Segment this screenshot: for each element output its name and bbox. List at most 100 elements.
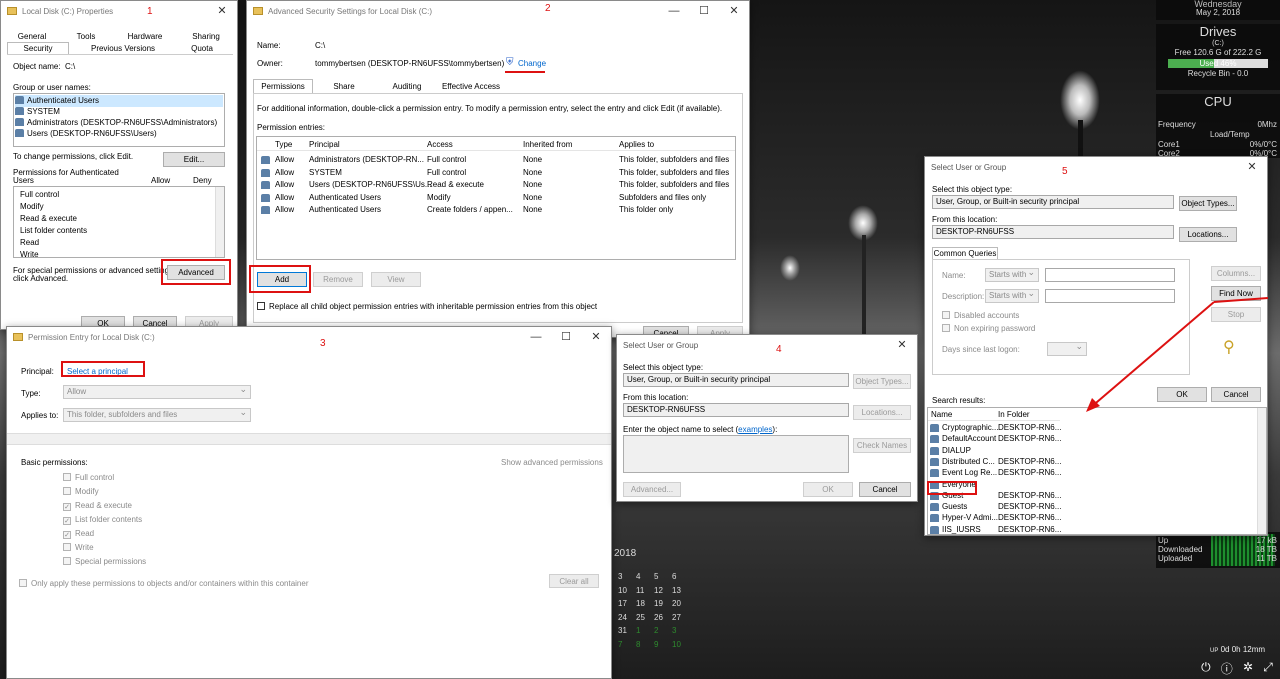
table-row[interactable]: Allow Authenticated Users Create folders /… — [257, 204, 735, 216]
calendar-day[interactable]: 6 — [672, 572, 676, 581]
col-name[interactable]: Name — [931, 409, 952, 421]
calendar-day[interactable]: 19 — [654, 599, 663, 608]
find-now-button[interactable]: Find Now — [1211, 286, 1261, 301]
maximize-icon[interactable]: ☐ — [689, 1, 719, 21]
calendar-day[interactable]: 24 — [618, 613, 627, 622]
calendar-day[interactable]: 1 — [636, 626, 640, 635]
calendar-day[interactable]: 7 — [618, 640, 622, 649]
disabled-accounts-checkbox[interactable]: Disabled accounts — [942, 311, 1019, 320]
type-dropdown[interactable]: Allow — [63, 383, 251, 399]
calendar-day[interactable]: 18 — [636, 599, 645, 608]
list-item[interactable]: IIS_IUSRS DESKTOP-RN6... — [928, 524, 1061, 534]
col-applies[interactable]: Applies to — [619, 139, 654, 151]
calendar-day[interactable]: 2 — [654, 626, 658, 635]
cancel-button[interactable]: Cancel — [1211, 387, 1261, 402]
permission-checkbox[interactable]: ✓ List folder contents — [63, 514, 142, 526]
calendar-day[interactable]: 25 — [636, 613, 645, 622]
examples-link[interactable]: examples — [738, 425, 772, 434]
calendar-day[interactable]: 3 — [618, 572, 622, 581]
scrollbar[interactable] — [215, 187, 224, 257]
tab-permissions[interactable]: Permissions — [253, 79, 313, 94]
table-row[interactable]: Allow Administrators (DESKTOP-RN... Full c… — [257, 154, 735, 166]
ok-button[interactable]: OK — [1157, 387, 1207, 402]
close-icon[interactable]: ✕ — [1237, 157, 1267, 177]
advanced-button[interactable]: Advanced... — [623, 482, 681, 497]
tab-share[interactable]: Share — [317, 81, 371, 93]
non-expiring-checkbox[interactable]: Non expiring password — [942, 324, 1035, 333]
remove-button[interactable]: Remove — [313, 272, 363, 287]
settings-icon[interactable]: ✲ — [1243, 660, 1253, 676]
calendar-day[interactable]: 17 — [618, 599, 627, 608]
list-item[interactable]: Cryptographic... DESKTOP-RN6... — [928, 422, 1061, 434]
description-field[interactable] — [1045, 289, 1175, 303]
list-item[interactable]: DIALUP — [928, 445, 1060, 457]
tab-effective-access[interactable]: Effective Access — [437, 81, 505, 93]
permission-checkbox[interactable]: Write — [63, 542, 94, 554]
object-types-button[interactable]: Object Types... — [1179, 196, 1237, 211]
col-access[interactable]: Access — [427, 139, 453, 151]
maximize-icon[interactable]: ☐ — [551, 327, 581, 347]
close-icon[interactable]: ✕ — [207, 1, 237, 21]
tab-tools[interactable]: Tools — [63, 31, 109, 43]
list-item[interactable]: Distributed C... DESKTOP-RN6... — [928, 456, 1061, 468]
change-owner-link[interactable]: Change — [518, 59, 546, 68]
close-icon[interactable]: ✕ — [887, 335, 917, 355]
calendar-day[interactable]: 10 — [618, 586, 627, 595]
calendar-day[interactable]: 20 — [672, 599, 681, 608]
minimize-icon[interactable]: — — [521, 327, 551, 347]
info-icon[interactable]: ⓘ — [1221, 660, 1233, 676]
calendar-day[interactable]: 5 — [654, 572, 658, 581]
list-item[interactable]: Hyper-V Admi... DESKTOP-RN6... — [928, 512, 1061, 524]
permission-checkbox[interactable]: Modify — [63, 486, 99, 498]
calendar-day[interactable]: 27 — [672, 613, 681, 622]
view-button[interactable]: View — [371, 272, 421, 287]
replace-entries-checkbox[interactable]: Replace all child object permission entr… — [257, 302, 597, 311]
search-results-list[interactable]: Name In Folder Cryptographic... DESKTOP-R… — [927, 407, 1267, 535]
object-name-textarea[interactable] — [623, 435, 849, 473]
resize-icon[interactable]: ⤢ — [1263, 660, 1273, 676]
col-inherited[interactable]: Inherited from — [523, 139, 572, 151]
check-names-button[interactable]: Check Names — [853, 438, 911, 453]
group-list[interactable]: Authenticated Users SYSTEM Administrator… — [13, 93, 225, 147]
tab-auditing[interactable]: Auditing — [379, 81, 435, 93]
table-row[interactable]: Allow Authenticated Users Modify None Subfol… — [257, 192, 735, 204]
name-starts-with-dropdown[interactable]: Starts with — [985, 266, 1039, 282]
stop-button[interactable]: Stop — [1211, 307, 1261, 322]
calendar-day[interactable]: 4 — [636, 572, 640, 581]
table-row[interactable]: Allow Users (DESKTOP-RN6UFSS\Us... Read & … — [257, 179, 735, 191]
col-in-folder[interactable]: In Folder — [998, 409, 1030, 421]
col-type[interactable]: Type — [275, 139, 292, 151]
locations-button[interactable]: Locations... — [1179, 227, 1237, 242]
clear-all-button[interactable]: Clear all — [549, 574, 599, 588]
calendar-day[interactable]: 11 — [636, 586, 644, 595]
edit-button[interactable]: Edit... — [163, 152, 225, 167]
locations-button[interactable]: Locations... — [853, 405, 911, 420]
permission-checkbox[interactable]: Full control — [63, 472, 114, 484]
calendar-day[interactable]: 12 — [654, 586, 663, 595]
calendar-day[interactable]: 31 — [618, 626, 627, 635]
name-field[interactable] — [1045, 268, 1175, 282]
table-row[interactable]: Allow SYSTEM Full control None This folder, … — [257, 167, 735, 179]
calendar-day[interactable]: 13 — [672, 586, 681, 595]
days-dropdown[interactable] — [1047, 340, 1087, 356]
list-item[interactable]: DefaultAccount DESKTOP-RN6... — [928, 433, 1061, 445]
list-item[interactable]: Guests DESKTOP-RN6... — [928, 501, 1061, 513]
tab-sharing[interactable]: Sharing — [181, 31, 231, 43]
columns-button[interactable]: Columns... — [1211, 266, 1261, 281]
applies-to-dropdown[interactable]: This folder, subfolders and files — [63, 406, 251, 422]
tab-hardware[interactable]: Hardware — [119, 31, 171, 43]
ok-button[interactable]: OK — [803, 482, 853, 497]
cancel-button[interactable]: Cancel — [859, 482, 911, 497]
object-types-button[interactable]: Object Types... — [853, 374, 911, 389]
list-item[interactable]: Event Log Re... DESKTOP-RN6... — [928, 467, 1061, 479]
minimize-icon[interactable]: — — [659, 1, 689, 21]
show-advanced-link[interactable]: Show advanced permissions — [501, 458, 603, 467]
only-apply-checkbox[interactable]: Only apply these permissions to objects … — [19, 579, 308, 588]
close-icon[interactable]: ✕ — [581, 327, 611, 347]
permission-checkbox[interactable]: ✓ Read — [63, 528, 94, 540]
close-icon[interactable]: ✕ — [719, 1, 749, 21]
scrollbar[interactable] — [1257, 408, 1266, 534]
calendar-day[interactable]: 9 — [654, 640, 658, 649]
permission-checkbox[interactable]: Special permissions — [63, 556, 146, 568]
calendar-day[interactable]: 3 — [672, 626, 676, 635]
